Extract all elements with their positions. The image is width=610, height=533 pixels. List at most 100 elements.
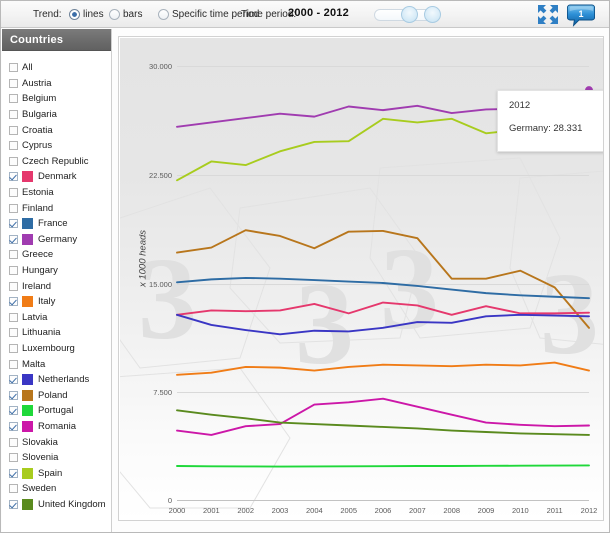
country-label: Cyprus xyxy=(22,140,53,152)
country-row-belgium[interactable]: Belgium xyxy=(2,91,111,107)
country-label: Austria xyxy=(22,77,52,89)
country-checkbox[interactable] xyxy=(9,453,18,463)
country-label: Luxembourg xyxy=(22,342,75,354)
country-row-greece[interactable]: Greece xyxy=(2,247,111,263)
line-series-denmark xyxy=(176,301,590,316)
country-label: Malta xyxy=(22,358,46,370)
country-row-hungary[interactable]: Hungary xyxy=(2,263,111,279)
country-checkbox[interactable] xyxy=(9,328,18,338)
country-row-estonia[interactable]: Estonia xyxy=(2,185,111,201)
country-checkbox[interactable] xyxy=(9,94,18,104)
xtick-label: 2009 xyxy=(477,506,495,515)
country-checkbox[interactable] xyxy=(9,421,18,431)
country-row-portugal[interactable]: Portugal xyxy=(2,403,111,419)
country-label: Czech Republic xyxy=(22,155,89,167)
country-label: Ireland xyxy=(22,280,52,292)
chart-panel: 3 3 3 3 30.000 22.500 15.000 7.500 0 x 1… xyxy=(118,36,604,521)
country-row-netherlands[interactable]: Netherlands xyxy=(2,372,111,388)
country-label: Slovenia xyxy=(22,452,59,464)
radio-lines[interactable] xyxy=(69,9,80,20)
country-row-czech-republic[interactable]: Czech Republic xyxy=(2,154,111,170)
country-checkbox[interactable] xyxy=(9,219,18,229)
country-checkbox[interactable] xyxy=(9,281,18,291)
country-row-sweden[interactable]: Sweden xyxy=(2,481,111,497)
country-label: Latvia xyxy=(22,311,48,323)
xtick-label: 2007 xyxy=(408,506,426,515)
time-period-slider-handle-end[interactable] xyxy=(424,6,441,23)
countries-sidebar: Countries All Austria Belgium Bulgaria Croat… xyxy=(2,29,112,532)
country-row-spain[interactable]: Spain xyxy=(2,465,111,481)
country-checkbox[interactable] xyxy=(9,110,18,120)
country-checkbox[interactable] xyxy=(9,343,18,353)
country-row-cyprus[interactable]: Cyprus xyxy=(2,138,111,154)
country-label: All xyxy=(22,62,33,74)
expand-arrows-icon[interactable] xyxy=(537,4,559,25)
country-checkbox[interactable] xyxy=(9,297,18,307)
trend-label: Trend: xyxy=(33,9,62,20)
country-checkbox[interactable] xyxy=(9,375,18,385)
country-checkbox[interactable] xyxy=(9,188,18,198)
country-checkbox[interactable] xyxy=(9,172,18,182)
country-row-united-kingdom[interactable]: United Kingdom xyxy=(2,497,111,513)
xtick-label: 2008 xyxy=(443,506,460,515)
country-label: Sweden xyxy=(22,483,57,495)
country-checkbox[interactable] xyxy=(9,203,18,213)
radio-lines-label[interactable]: lines xyxy=(83,9,104,20)
country-label: Hungary xyxy=(22,265,58,277)
country-row-malta[interactable]: Malta xyxy=(2,356,111,372)
country-row-finland[interactable]: Finland xyxy=(2,200,111,216)
country-label: Estonia xyxy=(22,187,54,199)
country-row-ireland[interactable]: Ireland xyxy=(2,278,111,294)
xtick-label: 2003 xyxy=(271,506,289,515)
radio-bars[interactable] xyxy=(109,9,120,20)
country-checkbox[interactable] xyxy=(9,484,18,494)
country-checkbox[interactable] xyxy=(9,390,18,400)
country-color-swatch xyxy=(22,498,33,510)
country-row-germany[interactable]: Germany xyxy=(2,232,111,248)
country-row-romania[interactable]: Romania xyxy=(2,419,111,435)
country-row-luxembourg[interactable]: Luxembourg xyxy=(2,341,111,357)
toolbar: Trend: lines bars Specific time period T… xyxy=(1,1,609,28)
line-series-portugal xyxy=(176,464,590,468)
country-color-swatch xyxy=(22,171,33,183)
radio-specific-time-period[interactable] xyxy=(158,9,169,20)
country-checkbox[interactable] xyxy=(9,63,18,73)
country-row-austria[interactable]: Austria xyxy=(2,76,111,92)
country-row-france[interactable]: France xyxy=(2,216,111,232)
country-checkbox[interactable] xyxy=(9,312,18,322)
country-checkbox[interactable] xyxy=(9,156,18,166)
country-checkbox[interactable] xyxy=(9,234,18,244)
line-series-united-kingdom xyxy=(176,409,590,436)
country-label: Netherlands xyxy=(38,374,90,386)
country-label: United Kingdom xyxy=(38,498,106,510)
country-row-latvia[interactable]: Latvia xyxy=(2,310,111,326)
country-checkbox[interactable] xyxy=(9,125,18,135)
tooltip-value: Germany: 28.331 xyxy=(509,123,583,134)
country-row-lithuania[interactable]: Lithuania xyxy=(2,325,111,341)
country-label: France xyxy=(38,218,68,230)
country-row-all[interactable]: All xyxy=(2,60,111,76)
country-row-poland[interactable]: Poland xyxy=(2,387,111,403)
country-checkbox[interactable] xyxy=(9,78,18,88)
country-checkbox[interactable] xyxy=(9,499,18,509)
country-checkbox[interactable] xyxy=(9,250,18,260)
country-row-italy[interactable]: Italy xyxy=(2,294,111,310)
time-period-slider-handle-start[interactable] xyxy=(401,6,418,23)
country-checkbox[interactable] xyxy=(9,266,18,276)
xtick-label: 2001 xyxy=(202,506,220,515)
country-color-swatch xyxy=(22,296,33,308)
line-series-netherlands xyxy=(176,313,590,336)
chart-tooltip: 2012 Germany: 28.331 xyxy=(497,90,603,152)
country-color-swatch xyxy=(22,374,33,386)
radio-bars-label[interactable]: bars xyxy=(123,9,142,20)
country-checkbox[interactable] xyxy=(9,141,18,151)
country-checkbox[interactable] xyxy=(9,468,18,478)
country-row-slovenia[interactable]: Slovenia xyxy=(2,450,111,466)
country-checkbox[interactable] xyxy=(9,406,18,416)
country-row-bulgaria[interactable]: Bulgaria xyxy=(2,107,111,123)
country-checkbox[interactable] xyxy=(9,437,18,447)
country-checkbox[interactable] xyxy=(9,359,18,369)
country-row-croatia[interactable]: Croatia xyxy=(2,122,111,138)
country-row-denmark[interactable]: Denmark xyxy=(2,169,111,185)
country-row-slovakia[interactable]: Slovakia xyxy=(2,434,111,450)
